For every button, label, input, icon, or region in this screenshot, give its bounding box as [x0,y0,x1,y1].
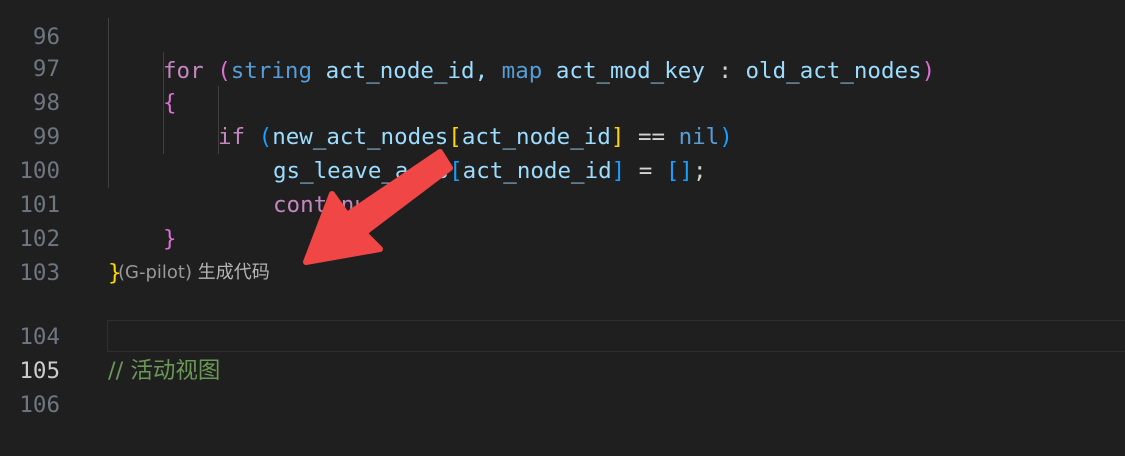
code-editor[interactable]: 96 for (string act_node_id, map act_mod_… [0,0,1125,454]
arrow-shape [303,149,453,265]
red-arrow-annotation [303,149,453,265]
